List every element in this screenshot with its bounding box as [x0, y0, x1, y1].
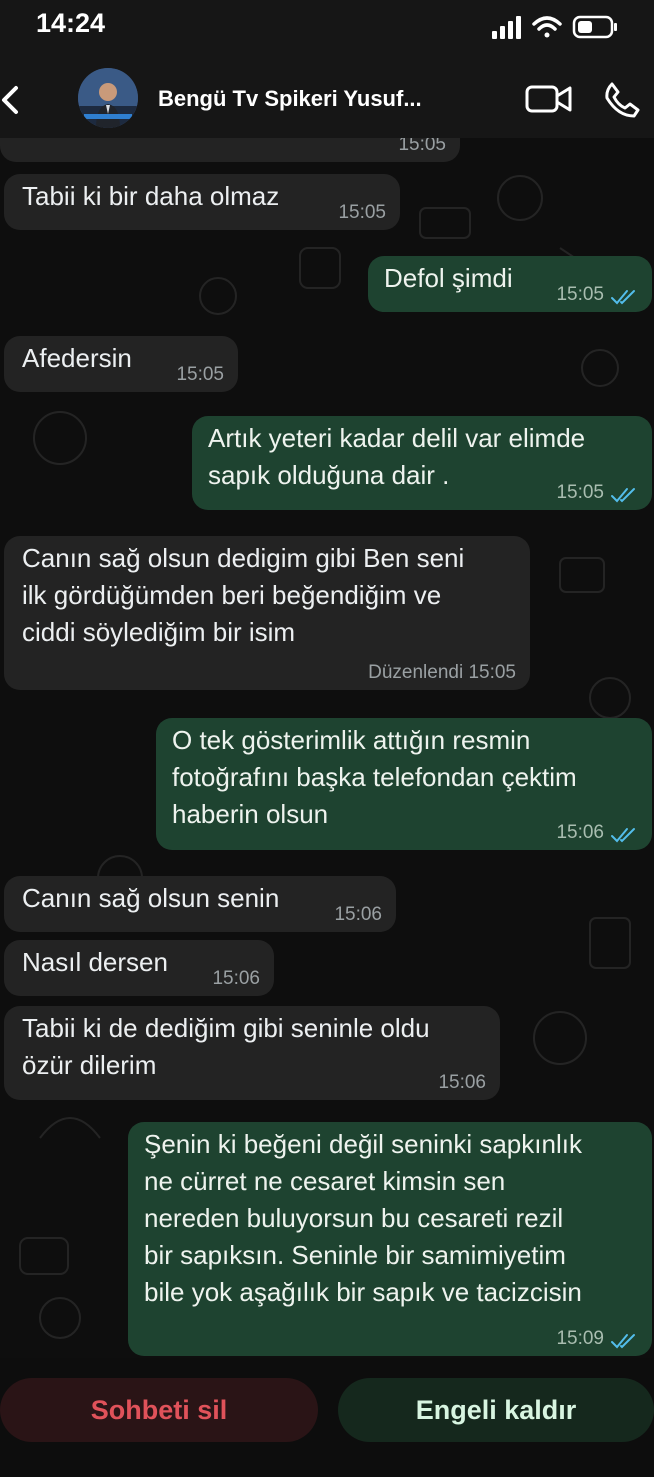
message-line: Canın sağ olsun dedigim gibi Ben seni [22, 543, 465, 573]
message-line: nereden buluyorsun bu cesareti rezil [144, 1203, 564, 1233]
message-meta: 15:06 [556, 822, 604, 844]
message-time: 15:06 [212, 968, 260, 989]
delete-chat-button[interactable]: Sohbeti sil [0, 1378, 318, 1442]
unblock-button[interactable]: Engeli kaldır [338, 1378, 654, 1442]
message-line: O tek gösterimlik attığın resmin [172, 725, 531, 755]
message-meta: 15:05 [556, 482, 604, 504]
message-line: özür dilerim [22, 1050, 157, 1080]
read-receipt-icon [611, 290, 635, 305]
read-receipt-icon [611, 828, 635, 843]
message-time: 15:05 [468, 662, 516, 683]
message-list[interactable]: 15:05 Tabii ki bir daha olmaz 15:05 Defol ş… [0, 138, 654, 1358]
message-text: Nasıl dersen [22, 944, 168, 981]
status-time: 14:24 [36, 8, 106, 38]
message-text: Artık yeteri kadar delil var elimde sapık… [208, 420, 585, 494]
message-time: 15:05 [338, 202, 386, 223]
outgoing-message[interactable]: Artık yeteri kadar delil var elimde sapık… [192, 416, 652, 510]
message-time: 15:06 [334, 904, 382, 925]
message-time: 15:05 [398, 138, 446, 155]
battery-icon [572, 15, 617, 39]
message-line: Tabii ki de dediğim gibi seninle oldu [22, 1013, 430, 1043]
back-chevron-icon[interactable] [0, 80, 24, 120]
message-line: Tabii ki bir daha olmaz [22, 181, 280, 211]
incoming-message[interactable]: 15:05 [0, 138, 460, 162]
message-line: Defol şimdi [384, 263, 513, 293]
outgoing-message[interactable]: Defol şimdi 15:05 [368, 256, 652, 312]
incoming-message[interactable]: Nasıl dersen 15:06 [4, 940, 274, 996]
edited-label: Düzenlendi [368, 662, 469, 683]
message-meta: 15:06 [438, 1072, 486, 1094]
incoming-message[interactable]: Canın sağ olsun dedigim gibi Ben seni ilk… [4, 536, 530, 690]
signal-icon [492, 16, 521, 39]
message-meta: 15:06 [212, 968, 260, 990]
outgoing-message[interactable]: O tek gösterimlik attığın resmin fotoğraf… [156, 718, 652, 850]
message-line: Şenin ki beğeni değil seninki sapkınlık [144, 1129, 582, 1159]
message-text: O tek gösterimlik attığın resmin fotoğraf… [172, 722, 577, 833]
chat-header: Bengü Tv Spikeri Yusuf... [0, 60, 654, 138]
message-time: 15:06 [556, 822, 604, 843]
contact-avatar[interactable] [78, 68, 138, 128]
video-call-icon[interactable] [524, 82, 574, 116]
outgoing-message[interactable]: Şenin ki beğeni değil seninki sapkınlık n… [128, 1122, 652, 1356]
message-meta: 15:06 [334, 904, 382, 926]
read-receipt-icon [611, 1334, 635, 1349]
incoming-message[interactable]: Canın sağ olsun senin 15:06 [4, 876, 396, 932]
message-time: 15:05 [176, 364, 224, 385]
message-time: 15:09 [556, 1328, 604, 1349]
incoming-message[interactable]: Tabii ki bir daha olmaz 15:05 [4, 174, 400, 230]
wifi-icon [532, 16, 562, 38]
message-line: bile yok aşağılık bir sapık ve tacizcisi… [144, 1277, 582, 1307]
message-meta: 15:05 [176, 364, 224, 386]
message-time: 15:06 [438, 1072, 486, 1093]
message-text: Canın sağ olsun senin [22, 880, 279, 917]
message-time: 15:05 [556, 284, 604, 305]
message-line: sapık olduğuna dair . [208, 460, 450, 490]
message-text: Canın sağ olsun dedigim gibi Ben seni ilk… [22, 540, 464, 651]
message-line: ilk gördüğümden beri beğendiğim ve [22, 580, 442, 610]
message-text: Tabii ki de dediğim gibi seninle oldu özü… [22, 1010, 430, 1084]
message-line: Afedersin [22, 343, 132, 373]
message-line: Nasıl dersen [22, 947, 168, 977]
message-text: Tabii ki bir daha olmaz [22, 178, 279, 215]
message-text: Afedersin [22, 340, 132, 377]
status-bar: 14:24 [0, 0, 654, 60]
message-meta: 15:09 [556, 1328, 604, 1350]
message-line: Canın sağ olsun senin [22, 883, 280, 913]
message-meta: 15:05 [556, 284, 604, 306]
message-time: 15:05 [556, 482, 604, 503]
message-line: bir sapıksın. Seninle bir samimiyetim [144, 1240, 566, 1270]
incoming-message[interactable]: Afedersin 15:05 [4, 336, 238, 392]
message-meta: Düzenlendi 15:05 [368, 662, 516, 684]
read-receipt-icon [611, 488, 635, 503]
status-icons [492, 15, 617, 39]
message-text: Şenin ki beğeni değil seninki sapkınlık n… [144, 1126, 582, 1311]
phone-icon[interactable] [602, 80, 642, 120]
avatar-photo [78, 68, 138, 128]
message-line: haberin olsun [172, 799, 329, 829]
message-line: ne cürret ne cesaret kimsin sen [144, 1166, 506, 1196]
message-line: fotoğrafını başka telefondan çektim [172, 762, 577, 792]
blocked-footer: Sohbeti sil Engeli kaldır [0, 1358, 654, 1477]
message-line: Artık yeteri kadar delil var elimde [208, 423, 586, 453]
message-text: Defol şimdi [384, 260, 513, 297]
message-meta: 15:05 [398, 138, 446, 156]
incoming-message[interactable]: Tabii ki de dediğim gibi seninle oldu özü… [4, 1006, 500, 1100]
message-line: ciddi söylediğim bir isim [22, 617, 296, 647]
message-meta: 15:05 [338, 202, 386, 224]
contact-name[interactable]: Bengü Tv Spikeri Yusuf... [158, 86, 422, 112]
